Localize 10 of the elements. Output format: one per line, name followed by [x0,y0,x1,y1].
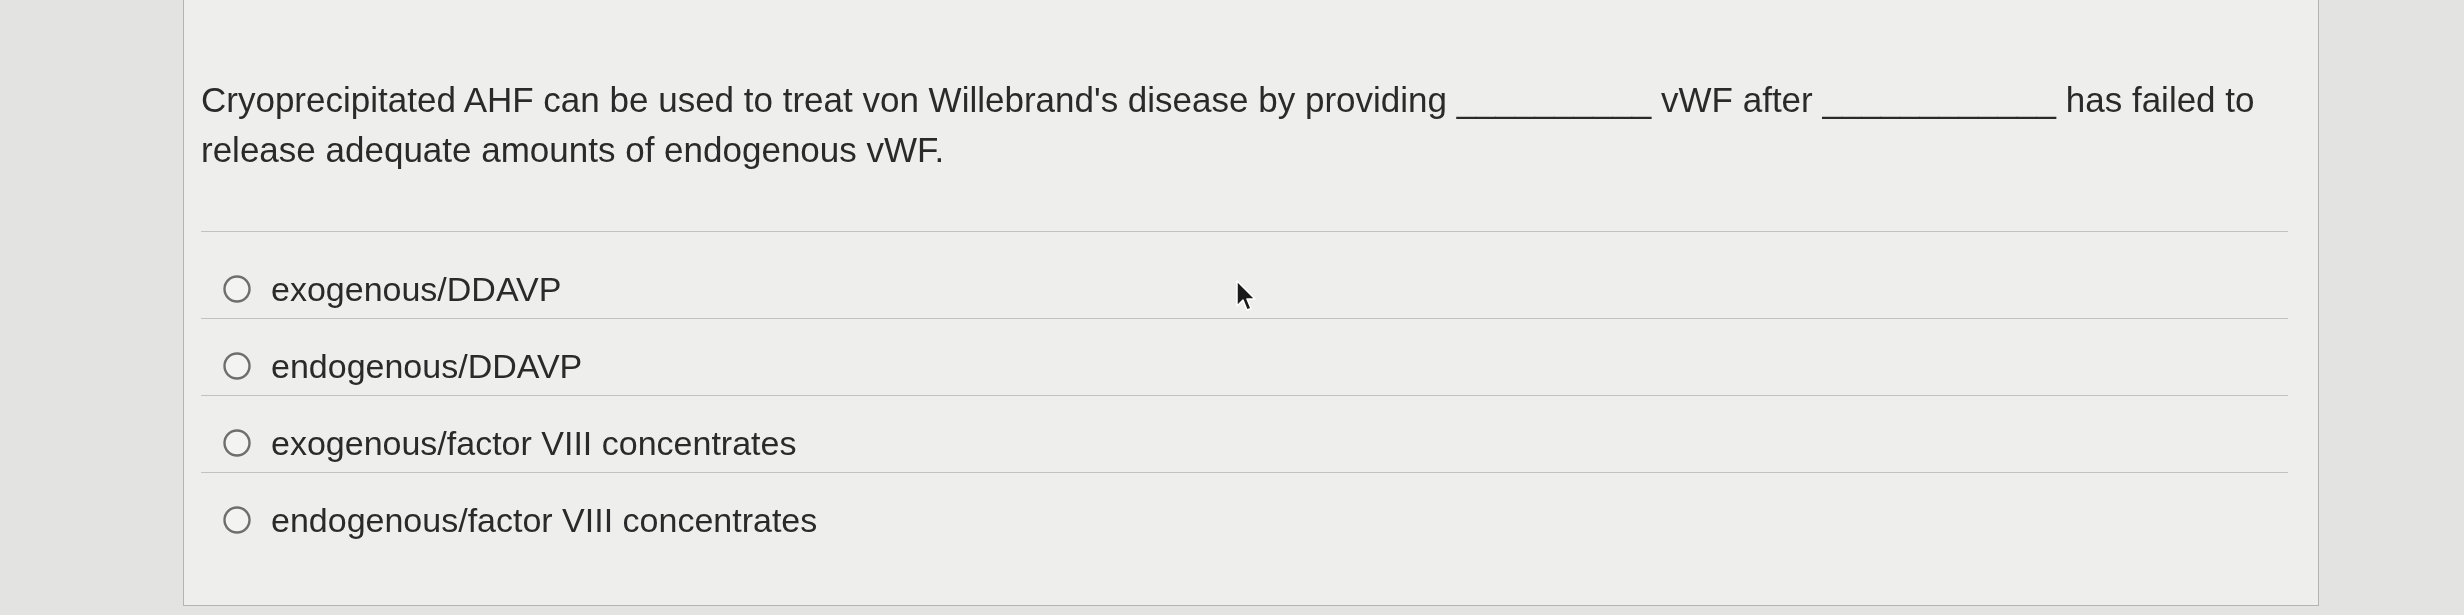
question-text: Cryoprecipitated AHF can be used to treat von Willebrand's disease by providing __________ vWF after ____________ has failed to release adequate amounts of endogenous vWF. [201,79,2256,171]
radio-button[interactable] [223,352,251,380]
radio-button[interactable] [223,275,251,303]
option-label: endogenous/DDAVP [271,347,583,385]
option-label: exogenous/DDAVP [271,270,562,308]
radio-button[interactable] [223,429,251,457]
option-label: endogenous/factor VIII concentrates [271,501,818,539]
radio-button[interactable] [223,506,251,534]
cursor-icon [1236,280,1258,312]
option-label: exogenous/factor VIII concentrates [271,424,797,462]
